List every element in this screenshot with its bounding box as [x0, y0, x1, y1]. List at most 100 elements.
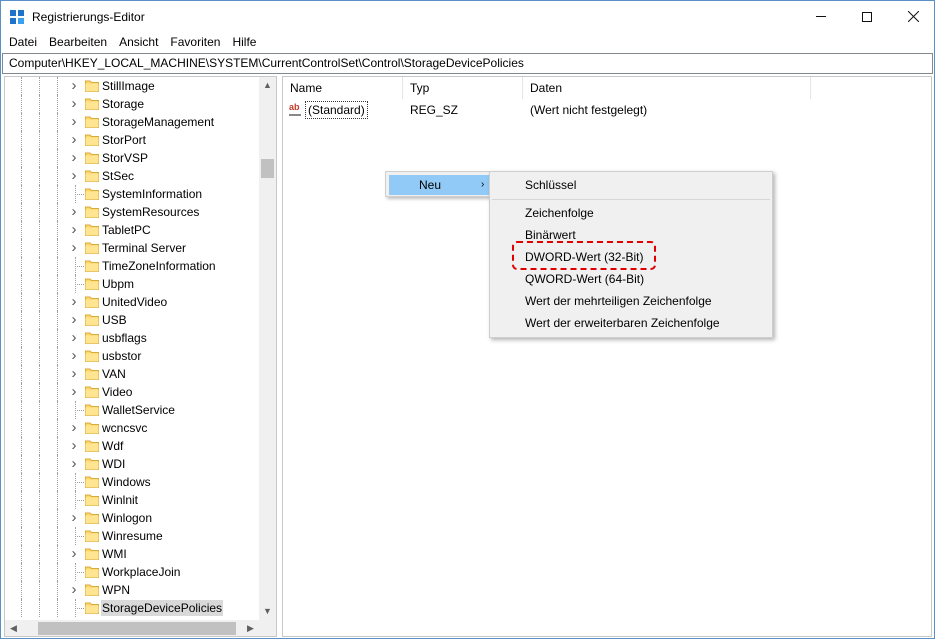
tree-guide-line	[57, 437, 58, 455]
tree-item[interactable]: StorageDevicePolicies	[5, 599, 259, 617]
expand-chevron-icon[interactable]: ›	[69, 294, 79, 309]
tree-horizontal-scroll-thumb[interactable]	[38, 622, 236, 635]
tree-item[interactable]: Windows	[5, 473, 259, 491]
tree-item[interactable]: › TabletPC	[5, 221, 259, 239]
tree-guide-line	[21, 455, 22, 473]
column-header-type[interactable]: Typ	[403, 77, 523, 99]
tree-item[interactable]: › WPN	[5, 581, 259, 599]
scroll-up-icon[interactable]: ▲	[259, 77, 276, 94]
menu-ansicht[interactable]: Ansicht	[113, 32, 164, 53]
values-list-pane[interactable]: Name Typ Daten ab (Standard) REG_SZ (Wer…	[282, 76, 932, 637]
expand-chevron-icon[interactable]: ›	[69, 366, 79, 381]
tree-horizontal-scrollbar[interactable]: ◀ ▶	[5, 620, 259, 636]
tree-item[interactable]: › usbflags	[5, 329, 259, 347]
address-bar[interactable]: Computer\HKEY_LOCAL_MACHINE\SYSTEM\Curre…	[2, 53, 933, 74]
tree-guide-line	[57, 293, 58, 311]
expand-chevron-icon[interactable]: ›	[69, 348, 79, 363]
tree-item[interactable]: › StorPort	[5, 131, 259, 149]
tree-vertical-scroll-thumb[interactable]	[261, 159, 274, 178]
expand-chevron-icon[interactable]: ›	[69, 240, 79, 255]
key-tree-pane[interactable]: › StillImage › Storage › StorageManagement › St…	[4, 76, 277, 637]
tree-item[interactable]: Ubpm	[5, 275, 259, 293]
tree-guide-line	[21, 95, 22, 113]
expand-chevron-icon[interactable]: ›	[69, 204, 79, 219]
tree-guide-line	[57, 275, 58, 293]
tree-item[interactable]: Winresume	[5, 527, 259, 545]
tree-item-label: Video	[102, 385, 133, 399]
tree-item[interactable]: › StorageManagement	[5, 113, 259, 131]
tree-item[interactable]: › USB	[5, 311, 259, 329]
tree-item[interactable]: › VAN	[5, 365, 259, 383]
expand-chevron-icon[interactable]: ›	[69, 438, 79, 453]
tree-guide-line	[21, 365, 22, 383]
folder-icon	[85, 332, 99, 344]
expand-chevron-icon[interactable]: ›	[69, 384, 79, 399]
expand-chevron-icon[interactable]: ›	[69, 222, 79, 237]
tree-item[interactable]: › StillImage	[5, 77, 259, 95]
registry-editor-window: Registrierungs-Editor Datei Bearbeiten A…	[0, 0, 935, 639]
context-menu-new[interactable]: Neu ›	[389, 175, 490, 195]
tree-guide-line	[21, 581, 22, 599]
menu-bearbeiten[interactable]: Bearbeiten	[43, 32, 113, 53]
expand-chevron-icon[interactable]: ›	[69, 582, 79, 597]
expand-chevron-icon[interactable]: ›	[69, 150, 79, 165]
tree-item[interactable]: Winlnit	[5, 491, 259, 509]
tree-vertical-scrollbar[interactable]: ▲ ▼	[259, 77, 276, 620]
tree-item[interactable]: › WDI	[5, 455, 259, 473]
tree-item[interactable]: › Terminal Server	[5, 239, 259, 257]
tree-item-label: WPN	[102, 583, 130, 597]
column-header-name[interactable]: Name	[283, 77, 403, 99]
maximize-button[interactable]	[844, 1, 890, 32]
tree-guide-line	[39, 509, 40, 527]
tree-item[interactable]: › Winlogon	[5, 509, 259, 527]
column-header-data[interactable]: Daten	[523, 77, 811, 99]
tree-item[interactable]: › Video	[5, 383, 259, 401]
menu-datei[interactable]: Datei	[3, 32, 43, 53]
tree-guide-line	[39, 203, 40, 221]
menu-favoriten[interactable]: Favoriten	[164, 32, 226, 53]
expand-chevron-icon[interactable]: ›	[69, 420, 79, 435]
expand-chevron-icon[interactable]: ›	[69, 114, 79, 129]
submenu-item-key[interactable]: Schlüssel	[525, 175, 576, 195]
tree-guide-line	[21, 509, 22, 527]
value-name-standard[interactable]: (Standard)	[305, 101, 368, 119]
tree-guide-line	[39, 599, 40, 617]
expand-chevron-icon[interactable]: ›	[69, 510, 79, 525]
tree-guide-line	[39, 149, 40, 167]
expand-chevron-icon[interactable]: ›	[69, 78, 79, 93]
expand-chevron-icon[interactable]: ›	[69, 132, 79, 147]
expand-chevron-icon[interactable]: ›	[69, 546, 79, 561]
submenu-item-multi-string[interactable]: Wert der mehrteiligen Zeichenfolge	[525, 291, 712, 311]
tree-guide-line	[57, 473, 58, 491]
folder-icon	[85, 548, 99, 560]
menu-hilfe[interactable]: Hilfe	[226, 32, 262, 53]
submenu-item-expandable-string[interactable]: Wert der erweiterbaren Zeichenfolge	[525, 313, 720, 333]
folder-icon	[85, 386, 99, 398]
tree-item[interactable]: SystemInformation	[5, 185, 259, 203]
tree-item[interactable]: › UnitedVideo	[5, 293, 259, 311]
tree-item[interactable]: › WMI	[5, 545, 259, 563]
tree-item[interactable]: › StSec	[5, 167, 259, 185]
minimize-button[interactable]	[798, 1, 844, 32]
scroll-down-icon[interactable]: ▼	[259, 603, 276, 620]
tree-item[interactable]: WalletService	[5, 401, 259, 419]
expand-chevron-icon[interactable]: ›	[69, 456, 79, 471]
tree-item[interactable]: WorkplaceJoin	[5, 563, 259, 581]
tree-item[interactable]: › Wdf	[5, 437, 259, 455]
expand-chevron-icon[interactable]: ›	[69, 312, 79, 327]
tree-item[interactable]: › usbstor	[5, 347, 259, 365]
expand-chevron-icon[interactable]: ›	[69, 168, 79, 183]
submenu-item-string[interactable]: Zeichenfolge	[525, 203, 594, 223]
scroll-left-icon[interactable]: ◀	[5, 620, 22, 636]
close-button[interactable]	[890, 1, 935, 32]
value-type-standard: REG_SZ	[410, 103, 459, 117]
scroll-right-icon[interactable]: ▶	[242, 620, 259, 636]
submenu-item-qword[interactable]: QWORD-Wert (64-Bit)	[525, 269, 644, 289]
tree-item[interactable]: › SystemResources	[5, 203, 259, 221]
tree-item[interactable]: › StorVSP	[5, 149, 259, 167]
tree-item[interactable]: TimeZoneInformation	[5, 257, 259, 275]
tree-item[interactable]: › Storage	[5, 95, 259, 113]
expand-chevron-icon[interactable]: ›	[69, 96, 79, 111]
tree-item[interactable]: › wcncsvc	[5, 419, 259, 437]
expand-chevron-icon[interactable]: ›	[69, 330, 79, 345]
